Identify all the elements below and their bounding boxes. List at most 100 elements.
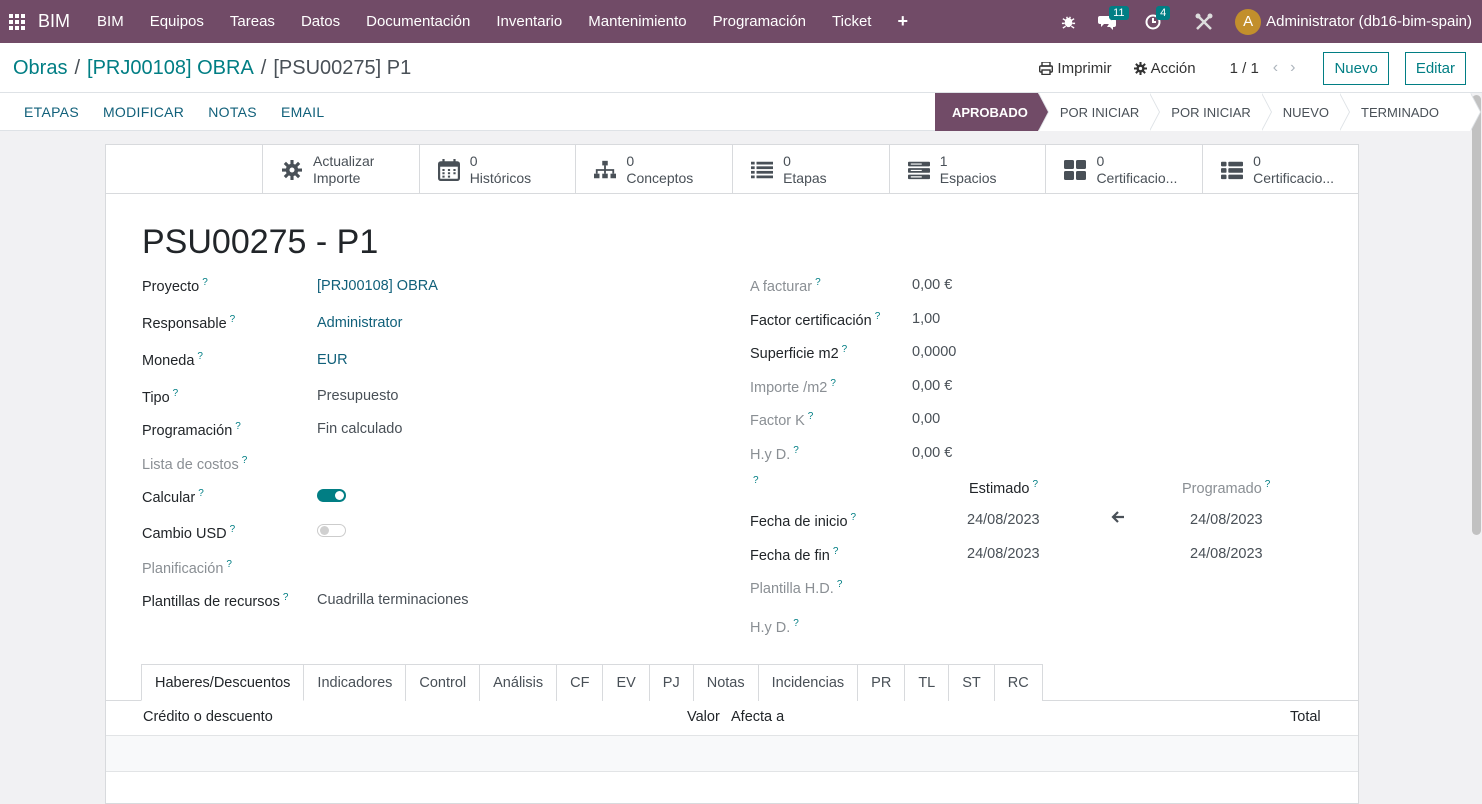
stage-por-iniciar-2[interactable]: POR INICIAR [1149, 93, 1273, 131]
fecha-inicio-estimado-field[interactable]: 24/08/2023 [967, 512, 1040, 528]
add-menu-icon[interactable]: + [884, 11, 921, 32]
menu-datos[interactable]: Datos [288, 13, 353, 30]
user-avatar[interactable]: A [1235, 8, 1262, 35]
moneda-field[interactable]: EUR [317, 352, 348, 368]
breadcrumb-project[interactable]: [PRJ00108] OBRA [87, 57, 254, 79]
stage-aprobado[interactable]: APROBADO [934, 93, 1049, 131]
pager-prev-icon[interactable]: ‹ [1273, 59, 1290, 76]
pager-value[interactable]: 1 / 1 [1230, 60, 1259, 77]
menu-documentacion[interactable]: Documentación [353, 13, 483, 30]
smart-button-certificaciones-2[interactable]: 0 Certificacio... [1202, 145, 1359, 194]
notas-button[interactable]: NOTAS [208, 104, 257, 120]
stage-por-iniciar-1[interactable]: POR INICIAR [1037, 93, 1161, 131]
activities-count-badge: 4 [1156, 5, 1171, 20]
menu-ticket[interactable]: Ticket [819, 13, 884, 30]
programado-header: Programado? [1182, 479, 1271, 497]
tipo-field[interactable]: Presupuesto [317, 388, 398, 404]
cambio-usd-label: Cambio USD? [142, 524, 236, 542]
table-empty-row [106, 735, 1358, 772]
tab-cf[interactable]: CF [556, 664, 604, 701]
moneda-label: Moneda? [142, 351, 203, 369]
menu-mantenimiento[interactable]: Mantenimiento [575, 13, 699, 30]
status-bar: ETAPAS MODIFICAR NOTAS EMAIL APROBADO PO… [0, 93, 1481, 131]
tab-rc[interactable]: RC [993, 664, 1043, 701]
app-brand[interactable]: BIM [38, 11, 70, 32]
estimado-header: Estimado? [969, 479, 1039, 497]
print-label: Imprimir [1057, 59, 1112, 77]
smart-button-value: 1 [939, 152, 948, 169]
modificar-button[interactable]: MODIFICAR [103, 104, 184, 120]
debug-bug-icon[interactable] [1061, 14, 1076, 29]
menu-programacion[interactable]: Programación [700, 13, 819, 30]
smart-button-value: 0 [1253, 152, 1261, 169]
breadcrumb-obras[interactable]: Obras [13, 57, 67, 79]
superficie-field[interactable]: 0,0000 [912, 344, 956, 360]
pager: 1 / 1 ‹› [1230, 59, 1308, 77]
arrow-left-icon[interactable] [1111, 510, 1125, 528]
importe-m2-value: 0,00 € [912, 378, 953, 394]
smart-button-conceptos[interactable]: 0 Conceptos [575, 145, 732, 194]
menu-tareas[interactable]: Tareas [217, 13, 288, 30]
smart-button-box: Actualizar Importe 0 Históricos 0 Conceptos… [262, 145, 1359, 194]
smart-button-historicos[interactable]: 0 Históricos [418, 145, 576, 194]
email-button[interactable]: EMAIL [281, 104, 325, 120]
plantillas-label: Plantillas de recursos? [142, 592, 289, 610]
new-button[interactable]: Nuevo [1323, 51, 1389, 85]
importe-m2-label: Importe /m2? [750, 378, 836, 396]
fecha-fin-estimado-field[interactable]: 24/08/2023 [967, 546, 1040, 562]
tab-pr[interactable]: PR [857, 664, 906, 701]
tab-ev[interactable]: EV [602, 664, 650, 701]
edit-button[interactable]: Editar [1404, 51, 1466, 85]
stage-nuevo[interactable]: NUEVO [1260, 93, 1351, 131]
column-header-credito[interactable]: Crédito o descuento [143, 709, 273, 725]
smart-button-label: Certificacio... [1253, 169, 1335, 186]
tab-notas[interactable]: Notas [692, 664, 759, 701]
messages-icon[interactable]: 11 [1098, 5, 1129, 30]
tab-pj[interactable]: PJ [648, 664, 694, 701]
column-header-valor[interactable]: Valor [687, 709, 720, 725]
hyd-value: 0,00 € [912, 445, 953, 461]
fecha-inicio-programado-field[interactable]: 24/08/2023 [1190, 512, 1263, 528]
smart-button-espacios[interactable]: 1 Espacios [888, 145, 1046, 194]
action-button[interactable]: Acción [1133, 60, 1196, 77]
smart-button-label: Importe [313, 169, 361, 186]
planificacion-label: Planificación? [142, 559, 232, 577]
user-menu[interactable]: Administrator (db16-bim-spain) [1266, 13, 1472, 30]
etapas-button[interactable]: ETAPAS [24, 104, 79, 120]
cambio-usd-toggle[interactable] [317, 524, 346, 537]
smart-button-actualizar-importe[interactable]: Actualizar Importe [262, 145, 419, 194]
tab-indicadores[interactable]: Indicadores [303, 664, 407, 701]
menu-inventario[interactable]: Inventario [483, 13, 575, 30]
page-scrollbar[interactable] [1472, 95, 1481, 535]
programacion-field[interactable]: Fin calculado [317, 421, 402, 437]
calcular-toggle[interactable] [317, 489, 346, 502]
server-icon [907, 160, 930, 180]
activities-clock-icon[interactable]: 4 [1145, 5, 1171, 30]
fecha-fin-programado-field[interactable]: 24/08/2023 [1190, 546, 1263, 562]
column-header-afecta[interactable]: Afecta a [731, 709, 784, 725]
tab-analisis[interactable]: Análisis [479, 664, 558, 701]
tab-control[interactable]: Control [405, 664, 481, 701]
proyecto-field[interactable]: [PRJ00108] OBRA [317, 278, 438, 294]
pager-next-icon[interactable]: › [1290, 59, 1307, 76]
stage-terminado[interactable]: TERMINADO [1339, 93, 1481, 131]
plantillas-field[interactable]: Cuadrilla terminaciones [317, 592, 469, 608]
apps-menu-icon[interactable] [0, 13, 34, 30]
print-button[interactable]: Imprimir [1039, 59, 1112, 77]
smart-button-certificaciones-1[interactable]: 0 Certificacio... [1045, 145, 1202, 194]
calcular-label: Calcular? [142, 488, 204, 506]
settings-tools-icon[interactable] [1194, 12, 1214, 32]
menu-equipos[interactable]: Equipos [137, 13, 217, 30]
tab-haberes-descuentos[interactable]: Haberes/Descuentos [141, 664, 305, 701]
tab-st[interactable]: ST [948, 664, 995, 701]
column-header-total[interactable]: Total [1290, 709, 1321, 725]
responsable-field[interactable]: Administrator [317, 315, 402, 331]
tab-tl[interactable]: TL [904, 664, 950, 701]
smart-button-etapas[interactable]: 0 Etapas [732, 145, 889, 194]
proyecto-label: Proyecto? [142, 277, 208, 295]
breadcrumb: Obras / [PRJ00108] OBRA / [PSU00275] P1 [13, 57, 412, 79]
menu-bim[interactable]: BIM [84, 13, 137, 30]
smart-button-value: 0 [626, 152, 635, 169]
factor-certificacion-field[interactable]: 1,00 [912, 311, 940, 327]
tab-incidencias[interactable]: Incidencias [757, 664, 859, 701]
